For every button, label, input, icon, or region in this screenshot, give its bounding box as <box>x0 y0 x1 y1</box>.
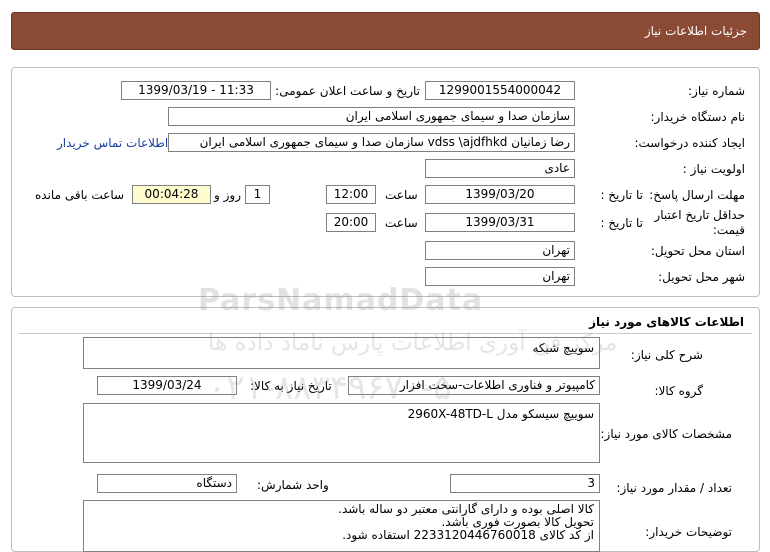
validity-label-line1: حداقل تاریخ اعتبار <box>654 208 745 222</box>
summary-label: شرح کلی نیاز: <box>630 348 703 362</box>
time-remaining-field: 00:04:28 <box>132 185 211 204</box>
page-header: جزئیات اطلاعات نیاز <box>11 12 760 50</box>
specs-label: مشخصات کالای مورد نیاز: <box>600 427 732 441</box>
buyer-notes-label: توضیحات خریدار: <box>645 525 732 539</box>
province-label: استان محل تحویل: <box>650 244 745 258</box>
validity-date-field: 1399/03/31 <box>425 213 575 232</box>
goods-section-divider <box>19 333 752 334</box>
time-remaining-label: ساعت باقی مانده <box>35 188 125 202</box>
priority-label: اولویت نیاز : <box>682 162 745 176</box>
city-label: شهر محل تحویل: <box>658 270 745 284</box>
validity-label-line2: قیمت: <box>712 223 745 237</box>
creator-label: ایجاد کننده درخواست: <box>634 136 745 150</box>
goods-section-title: اطلاعات کالاهای مورد نیاز <box>589 315 744 329</box>
quantity-field: 3 <box>450 474 600 493</box>
buyer-contact-link[interactable]: اطلاعات تماس خریدار <box>57 136 168 150</box>
unit-field: دستگاه <box>97 474 237 493</box>
notes-line: از کد کالای 2233120446760018 استفاده شود… <box>342 528 594 542</box>
need-date-field: 1399/03/24 <box>97 376 237 395</box>
goods-group-field: کامپیوتر و فناوری اطلاعات-سخت افزار <box>348 376 600 395</box>
creator-field: رضا زمانیان vdss \ajdfhkd سازمان صدا و س… <box>168 133 575 152</box>
unit-label: واحد شمارش: <box>257 478 329 492</box>
announce-label: تاریخ و ساعت اعلان عمومی: <box>275 84 420 98</box>
quantity-label: تعداد / مقدار مورد نیاز: <box>616 481 732 495</box>
validity-to-date-label: تا تاریخ : <box>600 216 643 230</box>
province-field: تهران <box>425 241 575 260</box>
deadline-time-field: 12:00 <box>326 185 376 204</box>
deadline-time-label: ساعت <box>385 188 418 202</box>
goods-group-label: گروه کالا: <box>654 384 704 398</box>
announce-datetime-field: 1399/03/19 - 11:33 <box>121 81 271 100</box>
validity-time-label: ساعت <box>385 216 418 230</box>
days-remaining-field: 1 <box>245 185 270 204</box>
validity-time-field: 20:00 <box>326 213 376 232</box>
buyer-field: سازمان صدا و سیمای جمهوری اسلامی ایران <box>168 107 575 126</box>
days-label: روز و <box>214 188 241 202</box>
specs-field: سوییچ سیسکو مدل 2960X-48TD-L <box>83 403 600 463</box>
need-date-label: تاریخ نیاز به کالا: <box>250 379 332 393</box>
summary-field: سوییچ شبکه <box>83 337 600 369</box>
city-field: تهران <box>425 267 575 286</box>
buyer-label: نام دستگاه خریدار: <box>650 110 746 124</box>
page-title: جزئیات اطلاعات نیاز <box>644 24 747 38</box>
deadline-label: مهلت ارسال پاسخ: <box>649 188 745 202</box>
deadline-date-field: 1399/03/20 <box>425 185 575 204</box>
need-number-field: 1299001554000042 <box>425 81 575 100</box>
priority-field: عادی <box>425 159 575 178</box>
need-info-panel <box>11 67 760 297</box>
buyer-notes-field: کالا اصلی بوده و دارای گارانتی معتبر دو … <box>83 500 600 552</box>
need-number-label: شماره نیاز: <box>688 84 745 98</box>
deadline-to-date-label: تا تاریخ : <box>600 188 643 202</box>
